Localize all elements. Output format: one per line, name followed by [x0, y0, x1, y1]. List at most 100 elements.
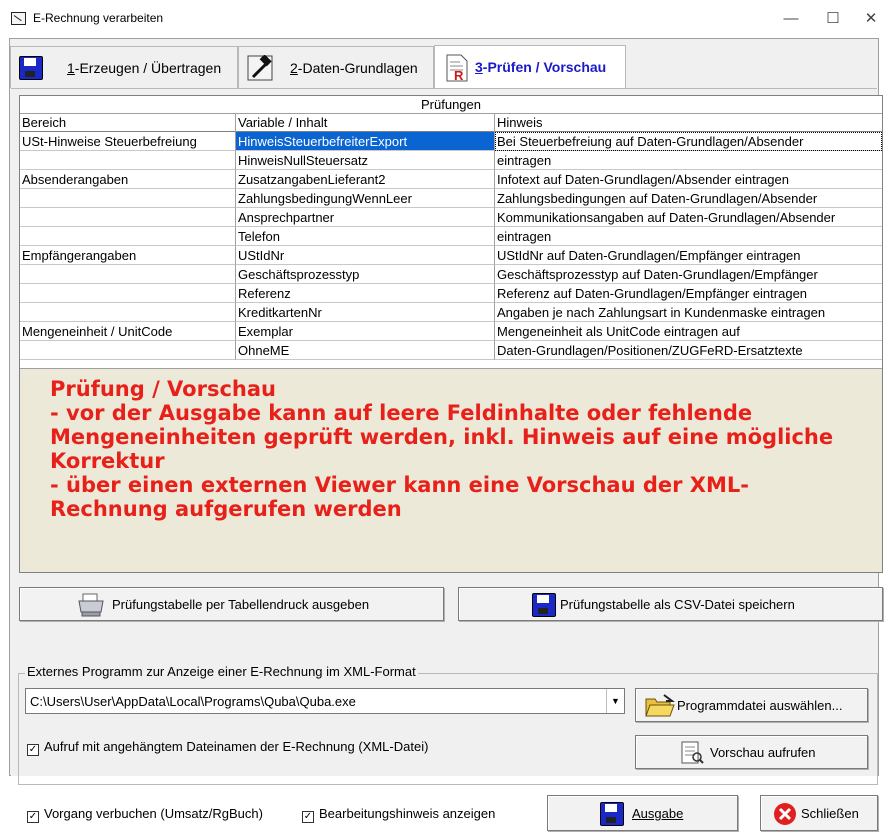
cell-variable[interactable]: Exemplar: [236, 322, 495, 341]
tab-daten-grundlagen-label: 2-Daten-Grundlagen: [290, 60, 418, 76]
cell-variable[interactable]: ZahlungsbedingungWennLeer: [236, 189, 495, 208]
cell-hinweis[interactable]: Daten-Grundlagen/Positionen/ZUGFeRD-Ersa…: [495, 341, 882, 360]
cell-hinweis[interactable]: Angaben je nach Zahlungsart in Kundenmas…: [495, 303, 882, 322]
table-row[interactable]: KreditkartenNr Angaben je nach Zahlungsar…: [20, 303, 882, 322]
ausgabe-button[interactable]: Ausgabe: [547, 795, 738, 831]
tab-erzeugen[interactable]: 1-Erzeugen / Übertragen: [10, 46, 238, 88]
cell-hinweis[interactable]: Referenz auf Daten-Grundlagen/Empfänger …: [495, 284, 882, 303]
cell-bereich[interactable]: [20, 341, 236, 360]
cell-variable[interactable]: ZusatzangabenLieferant2: [236, 170, 495, 189]
minimize-button[interactable]: —: [771, 6, 811, 32]
info-note-area: Prüfung / Vorschau - vor der Ausgabe kan…: [20, 368, 882, 572]
cell-variable[interactable]: HinweisSteuerbefreiterExport: [236, 132, 495, 151]
program-path-value: C:\Users\User\AppData\Local\Programs\Qub…: [30, 694, 356, 709]
hammer-icon: [247, 55, 273, 81]
window-title: E-Rechnung verarbeiten: [33, 11, 164, 25]
pruefungen-grid: Prüfungen Bereich Variable / Inhalt Hinw…: [19, 95, 883, 573]
checkbox-check-icon: ✓: [27, 744, 39, 756]
checkbox-check-icon: ✓: [302, 811, 314, 823]
title-bar: E-Rechnung verarbeiten — ☐ ✕: [0, 0, 889, 38]
grid-header-row: Bereich Variable / Inhalt Hinweis: [20, 114, 882, 132]
table-row[interactable]: Referenz Referenz auf Daten-Grundlagen/Em…: [20, 284, 882, 303]
table-row[interactable]: HinweisNullSteuersatz eintragen: [20, 151, 882, 170]
tab-erzeugen-label: 1-Erzeugen / Übertragen: [67, 60, 222, 76]
cell-hinweis[interactable]: Kommunikationsangaben auf Daten-Grundlag…: [495, 208, 882, 227]
table-row[interactable]: OhneME Daten-Grundlagen/Positionen/ZUGFeR…: [20, 341, 882, 360]
table-row[interactable]: Telefon eintragen: [20, 227, 882, 246]
close-icon: [774, 803, 796, 825]
cell-bereich[interactable]: Mengeneinheit / UnitCode: [20, 322, 236, 341]
table-row[interactable]: Ansprechpartner Kommunikationsangaben auf…: [20, 208, 882, 227]
close-window-button[interactable]: ✕: [851, 6, 889, 32]
choose-program-label: Programmdatei auswählen...: [677, 698, 843, 713]
document-preview-icon: [681, 741, 704, 764]
print-table-button[interactable]: Prüfungstabelle per Tabellendruck ausgeb…: [19, 587, 444, 621]
printer-icon: [78, 593, 104, 617]
floppy-disk-icon: [19, 56, 43, 80]
cell-hinweis[interactable]: eintragen: [495, 151, 882, 170]
table-row[interactable]: Mengeneinheit / UnitCode Exemplar Mengenei…: [20, 322, 882, 341]
maximize-button[interactable]: ☐: [813, 6, 853, 32]
cell-hinweis[interactable]: Infotext auf Daten-Grundlagen/Absender e…: [495, 170, 882, 189]
ausgabe-label: Ausgabe: [632, 806, 684, 821]
show-hint-checkbox[interactable]: ✓ Bearbeitungshinweis anzeigen: [302, 806, 495, 823]
table-row[interactable]: Empfängerangaben UStIdNr UStIdNr auf Daten…: [20, 246, 882, 265]
preview-label: Vorschau aufrufen: [710, 745, 816, 760]
document-red-r-icon: R: [446, 54, 468, 82]
cell-hinweis[interactable]: Mengeneinheit als UnitCode eintragen auf: [495, 322, 882, 341]
save-csv-label: Prüfungstabelle als CSV-Datei speichern: [560, 597, 795, 612]
cell-variable[interactable]: Geschäftsprozesstyp: [236, 265, 495, 284]
close-button[interactable]: Schließen: [760, 795, 878, 831]
table-row[interactable]: USt-Hinweise Steuerbefreiung HinweisSteue…: [20, 132, 882, 151]
cell-variable[interactable]: OhneME: [236, 341, 495, 360]
cell-bereich[interactable]: [20, 284, 236, 303]
table-row[interactable]: ZahlungsbedingungWennLeer Zahlungsbedingu…: [20, 189, 882, 208]
floppy-disk-icon: [600, 802, 624, 826]
cell-hinweis[interactable]: Zahlungsbedingungen auf Daten-Grundlagen…: [495, 189, 882, 208]
choose-program-button[interactable]: Programmdatei auswählen...: [635, 688, 868, 722]
cell-bereich[interactable]: [20, 265, 236, 284]
cell-variable[interactable]: Referenz: [236, 284, 495, 303]
chevron-down-icon[interactable]: ▼: [606, 689, 624, 713]
grid-caption: Prüfungen: [20, 96, 882, 114]
cell-variable[interactable]: Telefon: [236, 227, 495, 246]
book-transaction-label: Vorgang verbuchen (Umsatz/RgBuch): [44, 806, 263, 821]
cell-bereich[interactable]: [20, 208, 236, 227]
table-row[interactable]: Absenderangaben ZusatzangabenLieferant2 In…: [20, 170, 882, 189]
cell-bereich[interactable]: USt-Hinweise Steuerbefreiung: [20, 132, 236, 151]
external-viewer-group-legend: Externes Programm zur Anzeige einer E-Re…: [25, 664, 418, 679]
program-path-combobox[interactable]: C:\Users\User\AppData\Local\Programs\Qub…: [25, 688, 625, 714]
cell-bereich[interactable]: [20, 189, 236, 208]
preview-button[interactable]: Vorschau aufrufen: [635, 735, 868, 769]
cell-variable[interactable]: Ansprechpartner: [236, 208, 495, 227]
cell-bereich[interactable]: Empfängerangaben: [20, 246, 236, 265]
cell-variable[interactable]: KreditkartenNr: [236, 303, 495, 322]
checkbox-check-icon: ✓: [27, 811, 39, 823]
column-header-hinweis[interactable]: Hinweis: [495, 114, 882, 132]
info-note-text: Prüfung / Vorschau - vor der Ausgabe kan…: [50, 377, 834, 521]
cell-variable[interactable]: HinweisNullSteuersatz: [236, 151, 495, 170]
tab-pruefen-vorschau-label: 3-Prüfen / Vorschau: [475, 59, 607, 75]
cell-bereich[interactable]: [20, 227, 236, 246]
book-transaction-checkbox[interactable]: ✓ Vorgang verbuchen (Umsatz/RgBuch): [27, 806, 263, 823]
close-label: Schließen: [801, 806, 859, 821]
cell-variable[interactable]: UStIdNr: [236, 246, 495, 265]
save-csv-button[interactable]: Prüfungstabelle als CSV-Datei speichern: [458, 587, 883, 621]
svg-text:R: R: [454, 68, 464, 82]
table-row[interactable]: Geschäftsprozesstyp Geschäftsprozesstyp a…: [20, 265, 882, 284]
cell-hinweis[interactable]: eintragen: [495, 227, 882, 246]
cell-bereich[interactable]: [20, 303, 236, 322]
cell-bereich[interactable]: Absenderangaben: [20, 170, 236, 189]
app-icon: [11, 12, 26, 25]
attach-filename-checkbox[interactable]: ✓ Aufruf mit angehängtem Dateinamen der E…: [27, 739, 428, 756]
cell-hinweis[interactable]: UStIdNr auf Daten-Grundlagen/Empfänger e…: [495, 246, 882, 265]
column-header-bereich[interactable]: Bereich: [20, 114, 236, 132]
tab-daten-grundlagen[interactable]: 2-Daten-Grundlagen: [238, 46, 434, 88]
column-header-variable[interactable]: Variable / Inhalt: [236, 114, 495, 132]
open-folder-icon: [645, 694, 675, 717]
cell-hinweis[interactable]: Bei Steuerbefreiung auf Daten-Grundlagen…: [495, 132, 882, 151]
tab-pruefen-vorschau[interactable]: R 3-Prüfen / Vorschau: [434, 45, 626, 89]
cell-hinweis[interactable]: Geschäftsprozesstyp auf Daten-Grundlagen…: [495, 265, 882, 284]
floppy-disk-icon: [532, 593, 556, 617]
cell-bereich[interactable]: [20, 151, 236, 170]
